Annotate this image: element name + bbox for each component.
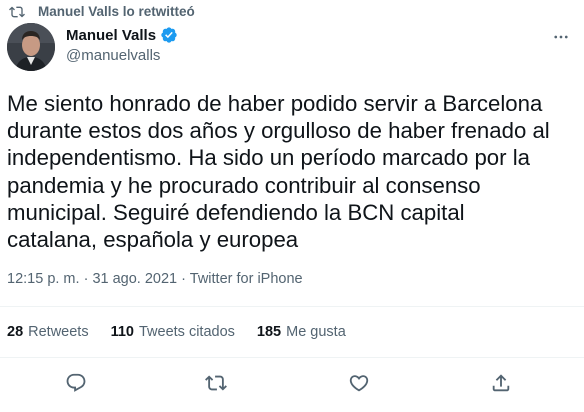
quotes-stat[interactable]: 110 Tweets citados	[111, 324, 235, 340]
divider	[0, 306, 584, 307]
tweet-date[interactable]: 31 ago. 2021	[92, 271, 177, 287]
heart-icon[interactable]	[348, 372, 370, 394]
quotes-count: 110	[110, 324, 134, 340]
more-options-icon[interactable]	[552, 28, 570, 46]
quotes-label: Tweets citados	[139, 324, 235, 340]
author-name[interactable]: Manuel Valls	[66, 27, 156, 44]
retweets-count: 28	[7, 324, 24, 340]
tweet-text-line: independentismo. Ha sido un período marc…	[7, 145, 530, 171]
retweet-icon[interactable]	[205, 372, 227, 394]
tweet-stats: 28 Retweets 110 Tweets citados 185 Me gu…	[7, 324, 346, 340]
reply-icon[interactable]	[65, 372, 87, 394]
likes-stat[interactable]: 185 Me gusta	[257, 324, 346, 340]
retweets-stat[interactable]: 28 Retweets	[7, 324, 89, 340]
likes-count: 185	[256, 324, 282, 340]
avatar-image	[7, 23, 55, 71]
share-icon[interactable]	[490, 372, 512, 394]
tweet-text-line: durante estos dos años y orgulloso de ha…	[7, 118, 550, 144]
avatar[interactable]	[7, 23, 55, 71]
meta-separator: ·	[83, 271, 89, 287]
tweet-source[interactable]: Twitter for iPhone	[190, 271, 303, 287]
tweet-text-line: Me siento honrado de haber podido servir…	[7, 91, 543, 116]
tweet-actions	[0, 372, 584, 396]
retweet-context[interactable]: Manuel Valls lo retwitteó	[9, 0, 195, 22]
verified-badge-icon	[161, 27, 177, 43]
tweet-text-line: catalana, española y europea	[7, 227, 299, 253]
retweet-context-text: Manuel Valls lo retwitteó	[38, 3, 195, 19]
tweet-text: Me siento honrado de haber podido servir…	[7, 90, 567, 253]
tweet-text-line: municipal. Seguiré defendiendo la BCN ca…	[7, 199, 465, 225]
retweet-icon	[9, 6, 25, 17]
author-block[interactable]: Manuel Valls @manuelvalls	[66, 25, 178, 64]
author-handle[interactable]: @manuelvalls	[66, 47, 178, 64]
divider	[0, 357, 584, 358]
tweet-time[interactable]: 12:15 p. m.	[7, 271, 80, 287]
tweet-meta: 12:15 p. m. · 31 ago. 2021 · Twitter for…	[7, 271, 303, 287]
retweets-label: Retweets	[28, 324, 89, 340]
likes-label: Me gusta	[286, 324, 346, 340]
meta-separator: ·	[181, 271, 186, 287]
tweet-text-line: pandemia y he procurado contribuir al co…	[7, 172, 481, 198]
